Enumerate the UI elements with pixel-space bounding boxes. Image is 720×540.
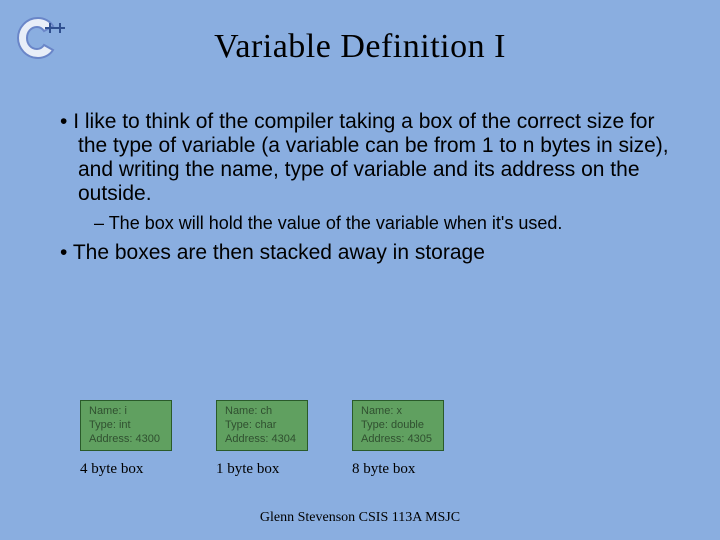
bullet-1-sub-1: The box will hold the value of the varia…	[106, 213, 670, 234]
box-col-1: Name: i Type: int Address: 4300 4 byte b…	[80, 400, 172, 478]
slide: Variable Definition I I like to think of…	[0, 0, 720, 540]
box-name: Name: ch	[225, 405, 297, 419]
bullet-2: The boxes are then stacked away in stora…	[70, 241, 670, 265]
box-caption: 4 byte box	[80, 461, 143, 478]
box-col-2: Name: ch Type: char Address: 4304 1 byte…	[216, 400, 308, 478]
box-addr: Address: 4305	[361, 433, 433, 447]
box-type: Type: double	[361, 419, 433, 433]
box-type: Type: int	[89, 419, 161, 433]
bullet-1-sub-1-text: The box will hold the value of the varia…	[109, 213, 563, 233]
box-name: Name: i	[89, 405, 161, 419]
bullet-1: I like to think of the compiler taking a…	[70, 110, 670, 233]
variable-box-int: Name: i Type: int Address: 4300	[80, 400, 172, 451]
variable-box-double: Name: x Type: double Address: 4305	[352, 400, 444, 451]
box-addr: Address: 4304	[225, 433, 297, 447]
slide-footer: Glenn Stevenson CSIS 113A MSJC	[0, 510, 720, 526]
slide-body: I like to think of the compiler taking a…	[50, 110, 670, 273]
box-caption: 8 byte box	[352, 461, 415, 478]
box-name: Name: x	[361, 405, 433, 419]
box-col-3: Name: x Type: double Address: 4305 8 byt…	[352, 400, 444, 478]
variable-boxes-row: Name: i Type: int Address: 4300 4 byte b…	[80, 400, 444, 478]
bullet-1-text: I like to think of the compiler taking a…	[73, 110, 668, 205]
box-type: Type: char	[225, 419, 297, 433]
variable-box-char: Name: ch Type: char Address: 4304	[216, 400, 308, 451]
bullet-2-text: The boxes are then stacked away in stora…	[73, 241, 485, 264]
slide-title: Variable Definition I	[0, 28, 720, 66]
box-addr: Address: 4300	[89, 433, 161, 447]
box-caption: 1 byte box	[216, 461, 279, 478]
